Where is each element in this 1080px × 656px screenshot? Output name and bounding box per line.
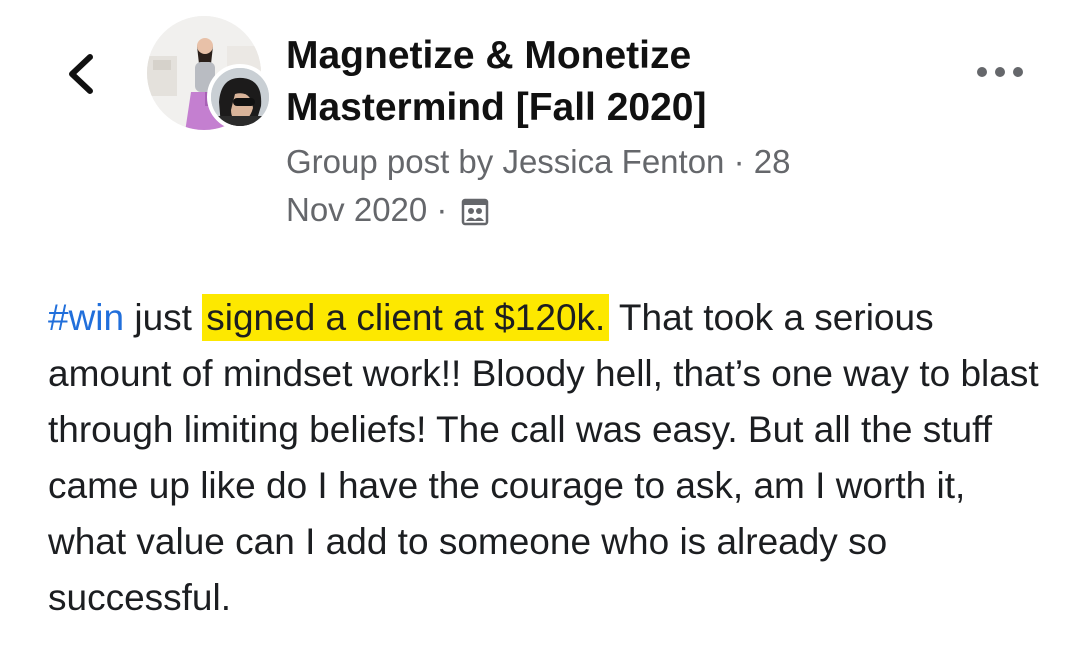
group-name[interactable]: Magnetize & Monetize Mastermind [Fall 20… [286,30,846,134]
meta-prefix: Group post by [286,143,503,180]
more-options-icon [977,67,1023,77]
group-name-line1: Magnetize & Monetize [286,34,692,77]
highlighted-text: signed a client at $120k. [202,294,610,341]
meta-separator: · [427,191,457,228]
author-avatar[interactable] [207,64,273,130]
group-avatar[interactable] [147,16,273,134]
post-body: #win just signed a client at $120k. That… [48,290,1048,626]
meta-separator: · [724,143,754,180]
post-text-lead: just [124,297,203,338]
post-meta: Group post by Jessica Fenton · 28 Nov 20… [286,138,886,239]
more-options-button[interactable] [972,58,1028,86]
back-button[interactable] [62,48,102,100]
chevron-left-icon [69,54,93,94]
post-date-month-year[interactable]: Nov 2020 [286,191,427,228]
members-group-icon[interactable] [461,191,489,239]
post-date-day[interactable]: 28 [754,143,791,180]
author-name[interactable]: Jessica Fenton [502,143,724,180]
group-name-line2: Mastermind [Fall 2020] [286,86,707,129]
hashtag-link[interactable]: #win [48,297,124,338]
post-text-rest: That took a serious amount of mindset wo… [48,297,1039,618]
